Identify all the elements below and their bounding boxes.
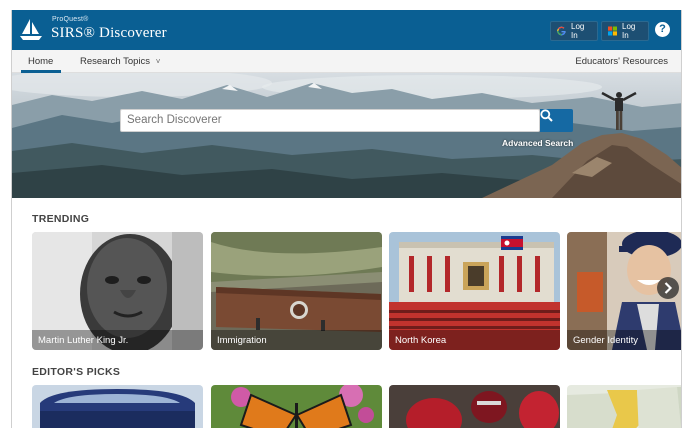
advanced-search-link[interactable]: Advanced Search <box>502 138 573 148</box>
trending-card-mlk[interactable]: Martin Luther King Jr. <box>32 232 203 350</box>
card-label: North Korea <box>389 330 560 350</box>
editors-picks-heading: EDITOR'S PICKS <box>32 366 121 378</box>
search-box <box>120 109 540 132</box>
carousel-next-button[interactable] <box>657 277 679 299</box>
search-button[interactable] <box>540 109 573 132</box>
butterfly-image <box>211 385 382 428</box>
search-input[interactable] <box>127 114 527 126</box>
car-image <box>32 385 203 428</box>
google-login-label: Log In <box>571 22 585 40</box>
trending-card-north-korea[interactable]: North Korea <box>389 232 560 350</box>
microsoft-login-button[interactable]: Log In <box>601 21 649 41</box>
editors-pick-card-football[interactable] <box>389 385 560 428</box>
top-header: ProQuest® SIRS® Discoverer Log In Log In… <box>12 10 681 50</box>
editors-pick-card-butterfly[interactable] <box>211 385 382 428</box>
help-icon[interactable]: ? <box>655 22 670 37</box>
nav-research-topics-label: Research Topics <box>80 56 151 67</box>
editors-pick-card-map[interactable] <box>567 385 681 428</box>
sailboat-logo-icon[interactable] <box>18 17 44 43</box>
microsoft-icon <box>608 26 617 36</box>
chevron-down-icon: ˅ <box>155 57 161 66</box>
editors-pick-card-car[interactable] <box>32 385 203 428</box>
card-label: Gender Identity <box>567 330 681 350</box>
nav-home[interactable]: Home <box>28 56 53 67</box>
football-players-image <box>389 385 560 428</box>
card-label: Martin Luther King Jr. <box>32 330 203 350</box>
mountain-landscape-image <box>12 73 681 198</box>
hero-banner: Advanced Search <box>12 73 681 198</box>
map-image <box>567 385 681 428</box>
nav-research-topics[interactable]: Research Topics ˅ <box>80 56 160 67</box>
card-label: Immigration <box>211 330 382 350</box>
main-nav: Home Research Topics ˅ Educators' Resour… <box>12 50 681 73</box>
microsoft-login-label: Log In <box>622 22 636 40</box>
brand-proquest: ProQuest® <box>52 16 89 23</box>
trending-heading: TRENDING <box>32 213 90 225</box>
google-login-button[interactable]: Log In <box>550 21 598 41</box>
magnifier-icon <box>540 109 553 122</box>
brand-sirs-discoverer[interactable]: SIRS® Discoverer <box>51 25 167 42</box>
nav-educators-resources[interactable]: Educators' Resources <box>575 56 668 67</box>
chevron-right-icon <box>664 282 673 294</box>
google-g-icon <box>557 26 566 36</box>
trending-card-immigration[interactable]: Immigration <box>211 232 382 350</box>
app-frame: ProQuest® SIRS® Discoverer Log In Log In… <box>11 10 682 428</box>
